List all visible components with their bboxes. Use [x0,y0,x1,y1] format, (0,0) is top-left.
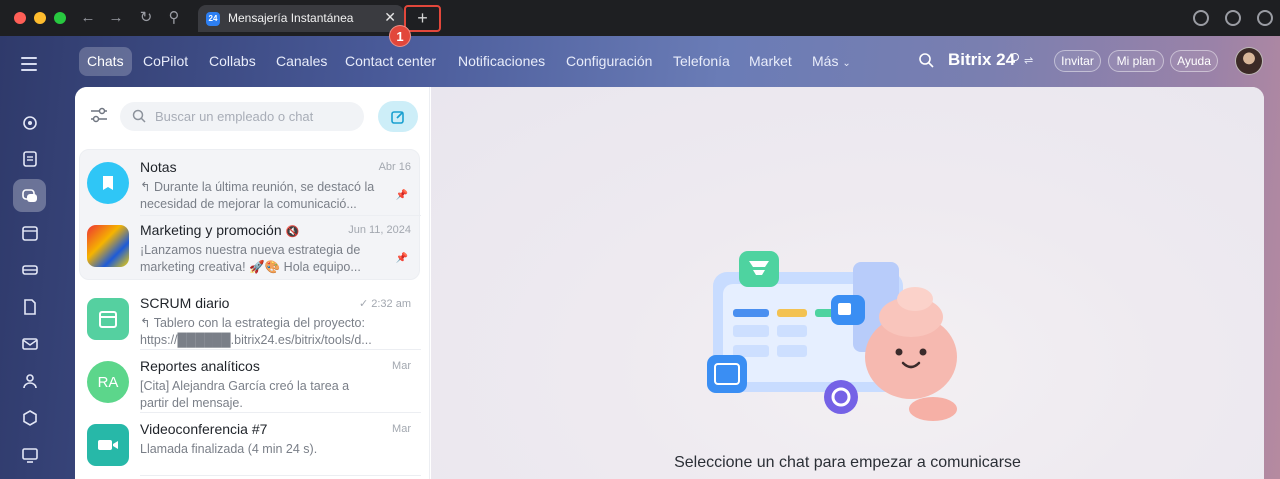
feed-icon[interactable] [13,106,46,139]
calendar-group-icon [87,298,129,340]
forward-arrow-icon[interactable]: → [106,8,126,28]
menu-mas-label: Más [812,53,839,69]
row-divider [140,475,421,476]
chat-title: Notas [140,159,177,175]
user-avatar[interactable] [1235,47,1263,75]
empty-state: Seleccione un chat para empezar a comuni… [431,87,1264,479]
chat-list: Notas Abr 16 ↰ Durante la última reunión… [75,87,430,479]
bitrix-app: Chats CoPilot Collabs Canales Contact ce… [0,36,1280,479]
chevron-down-icon: ⌄ [842,58,851,69]
cloud-icon[interactable] [1257,10,1273,26]
chat-date: ✓ 2:32 am [358,298,411,310]
empty-state-illustration [707,251,957,421]
search-icon[interactable] [918,52,934,73]
hamburger-menu-icon[interactable] [21,57,37,75]
back-arrow-icon[interactable]: ← [78,8,98,28]
invite-button[interactable]: Invitar [1054,50,1101,72]
menu-item-contact-center[interactable]: Contact center [337,47,444,76]
browser-chrome: ← → ↻ ⚲ 24 Mensajería Instantánea ✕ + 1 [0,0,1280,47]
chat-search[interactable] [120,102,364,131]
contacts-icon[interactable] [13,364,46,397]
window-controls [14,12,66,24]
edit-icon [391,110,404,124]
menu-item-chats[interactable]: Chats [79,47,132,76]
chat-title: SCRUM diario [140,295,230,311]
help-button[interactable]: Ayuda [1170,50,1218,72]
zoom-window-button[interactable] [54,12,66,24]
empty-state-message: Seleccione un chat para empezar a comuni… [674,454,1021,471]
step-marker-badge: 1 [389,25,411,47]
menu-item-mas[interactable]: Más ⌄ [804,47,859,76]
compose-button[interactable] [378,101,418,132]
sites-icon[interactable] [13,438,46,471]
download-icon[interactable] [1193,10,1209,26]
chat-row-reportes[interactable]: RA Reportes analíticos Mar [Cita] Alejan… [75,349,430,411]
menu-item-configuracion[interactable]: Configuración [558,47,660,76]
search-icon [132,109,146,128]
minimize-window-button[interactable] [34,12,46,24]
chat-row-scrum[interactable]: SCRUM diario ✓ 2:32 am ↰ Tablero con la … [75,286,430,348]
tab-title: Mensajería Instantánea [228,11,354,25]
menu-item-notificaciones[interactable]: Notificaciones [450,47,553,76]
chat-panel: Notas Abr 16 ↰ Durante la última reunión… [75,87,1264,479]
menu-item-copilot[interactable]: CoPilot [135,47,196,76]
chat-date: Mar [392,360,411,372]
brand-logo: Bitrix 24 [948,50,1016,69]
calendar-icon[interactable] [13,216,46,249]
marketing-group-avatar [87,225,129,267]
chat-title: Marketing y promoción 🔇 [140,222,300,238]
link-icon[interactable]: ⚲ [164,8,184,28]
history-icon[interactable] [1225,10,1241,26]
automation-icon[interactable] [13,401,46,434]
chat-preview: Llamada finalizada (4 min 24 s). [140,442,318,456]
initials-avatar: RA [87,361,129,403]
plan-button[interactable]: Mi plan [1108,50,1164,72]
menu-item-canales[interactable]: Canales [268,47,335,76]
chat-preview: [Cita] Alejandra García creó la tarea a … [140,379,350,410]
tab-close-icon[interactable]: ✕ [384,9,396,26]
pin-icon: 📌 [395,253,408,264]
reload-icon[interactable]: ↻ [136,8,156,28]
menu-item-telefonia[interactable]: Telefonía [665,47,738,76]
menu-item-collabs[interactable]: Collabs [201,47,264,76]
chat-preview: ↰ Durante la última reunión, se destacó … [140,180,375,211]
tasks-icon[interactable] [13,142,46,175]
chat-icon[interactable] [13,179,46,212]
filter-icon[interactable] [89,106,109,129]
chat-search-input[interactable] [155,106,355,127]
chat-row-marketing[interactable]: Marketing y promoción 🔇 Jun 11, 2024 ¡La… [75,213,430,275]
documents-icon[interactable] [13,290,46,323]
browser-tab[interactable]: 24 Mensajería Instantánea ✕ [198,5,404,32]
chat-date: Jun 11, 2024 [348,224,411,236]
chat-title: Videoconferencia #7 [140,421,268,437]
pin-icon: 📌 [395,190,408,201]
chat-preview: ↰ Tablero con la estrategia del proyecto… [140,316,372,347]
chat-date: Mar [392,423,411,435]
chat-date: Abr 16 [378,161,411,173]
bitrix-favicon-icon: 24 [206,12,220,26]
sliders-icon[interactable]: ⇌ [1024,54,1033,67]
close-window-button[interactable] [14,12,26,24]
chat-row-notas[interactable]: Notas Abr 16 ↰ Durante la última reunión… [75,150,430,212]
chat-preview: ¡Lanzamos nuestra nueva estrategia de ma… [140,243,361,274]
menu-item-market[interactable]: Market [741,47,800,76]
chat-row-videoconferencia[interactable]: Videoconferencia #7 Mar Llamada finaliza… [75,412,430,474]
mail-icon[interactable] [13,327,46,360]
chat-title: Reportes analíticos [140,358,260,374]
muted-icon: 🔇 [285,226,300,238]
drive-icon[interactable] [13,253,46,286]
bookmark-icon [87,162,129,204]
left-rail [0,36,58,479]
new-tab-button[interactable]: + [404,5,441,32]
read-check-icon: ✓ [358,298,369,310]
video-camera-icon [87,424,129,466]
clock-icon [1011,53,1019,61]
